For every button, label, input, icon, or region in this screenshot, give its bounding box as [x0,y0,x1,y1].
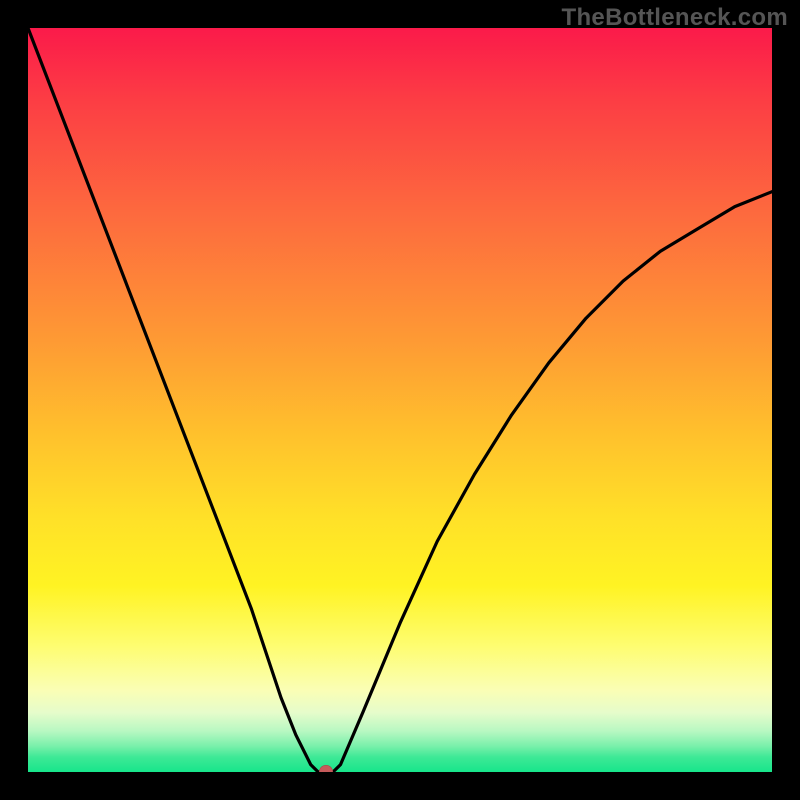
bottleneck-curve [28,28,772,772]
optimum-marker-dot [319,765,333,772]
chart-frame: TheBottleneck.com [0,0,800,800]
bottleneck-curve-path [28,28,772,772]
plot-area [28,28,772,772]
